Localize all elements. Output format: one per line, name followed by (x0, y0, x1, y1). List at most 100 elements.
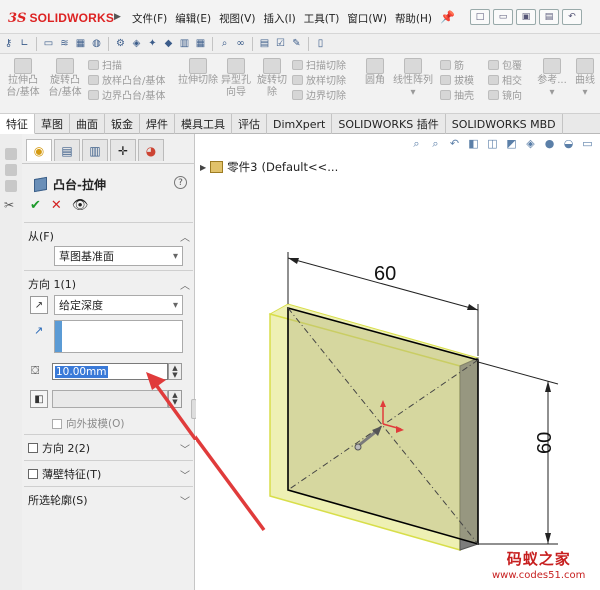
sweep-cut-button[interactable]: 扫描切除 (292, 57, 346, 72)
extrude-boss-button[interactable]: 拉伸凸台/基体 (2, 56, 44, 99)
tools-icon[interactable]: ✂ (4, 198, 14, 212)
loft-boss-button[interactable]: 放样凸台/基体 (88, 72, 165, 87)
draft-outward-checkbox[interactable]: 向外拔模(O) (52, 416, 124, 431)
tab-mbd[interactable]: SOLIDWORKS MBD (446, 114, 563, 134)
rib-button[interactable]: 筋 (440, 57, 474, 72)
hole-wizard-button[interactable]: 异型孔向导 (218, 56, 254, 99)
feature-manager-tab-icon[interactable]: ▤ (54, 139, 80, 161)
new-document-icon[interactable]: □ (470, 9, 490, 25)
spreadsheet-icon[interactable]: ▤ (258, 37, 271, 50)
menu-tools[interactable]: 工具(T) (300, 9, 344, 28)
logo-menu-arrow-icon[interactable]: ▶ (114, 12, 121, 22)
dimension-top-text[interactable]: 60 (374, 263, 396, 285)
annotations-icon[interactable] (5, 180, 17, 192)
lamp-icon[interactable]: ✦ (146, 37, 159, 50)
draft-on-off-icon[interactable]: ◧ (30, 390, 48, 408)
menu-help[interactable]: 帮助(H) (391, 9, 436, 28)
tab-surfaces[interactable]: 曲面 (70, 114, 105, 134)
from-select[interactable]: 草图基准面 ▾ (54, 246, 183, 266)
leaf-icon[interactable]: ◆ (162, 37, 175, 50)
from-group-header[interactable]: 从(F) ︿ (28, 228, 190, 244)
print-icon[interactable]: ▤ (539, 9, 559, 25)
draft-button[interactable]: 拔模 (440, 72, 474, 87)
check-sheet-icon[interactable]: ☑ (274, 37, 287, 50)
direction-reference-box[interactable] (54, 320, 183, 353)
open-document-icon[interactable]: ▭ (493, 9, 513, 25)
loft-cut-button[interactable]: 放样切除 (292, 72, 346, 87)
curves-button[interactable]: 曲线 ▾ (570, 56, 600, 99)
pin-menu-icon[interactable]: 📌 (440, 10, 455, 24)
binoculars-icon[interactable]: ∞ (234, 37, 247, 50)
thin-feature-checkbox[interactable]: 薄壁特征(T) (28, 466, 101, 482)
fillet-button[interactable]: 圆角 (360, 56, 390, 87)
bars-icon[interactable]: ▥ (178, 37, 191, 50)
gear-icon[interactable]: ⚙ (114, 37, 127, 50)
direction1-group-header[interactable]: 方向 1(1) ︿ (28, 276, 190, 292)
draft-outward-label: 向外拔模(O) (66, 418, 125, 430)
tab-sketch[interactable]: 草图 (35, 114, 70, 134)
linear-pattern-dropdown-icon[interactable]: ▾ (390, 87, 436, 99)
reverse-direction-icon[interactable]: ↗ (30, 296, 48, 314)
shell-button[interactable]: 抽壳 (440, 87, 474, 102)
menu-window[interactable]: 窗口(W) (343, 9, 391, 28)
menu-file[interactable]: 文件(F) (128, 9, 171, 28)
tab-sheet-metal[interactable]: 钣金 (105, 114, 140, 134)
dimension-side-text[interactable]: 60 (534, 432, 556, 454)
solidworks-logo[interactable]: 3S SOLIDWORKS (8, 8, 114, 28)
monitor-icon[interactable]: ▭ (42, 37, 55, 50)
edit-sheet-icon[interactable]: ✎ (290, 37, 303, 50)
key-icon[interactable]: ⚷ (2, 37, 15, 50)
grid-icon[interactable]: ▦ (194, 37, 207, 50)
tab-dimxpert[interactable]: DimXpert (267, 114, 333, 134)
tab-features[interactable]: 特征 (0, 114, 35, 134)
reference-geometry-button[interactable]: 参考... ▾ (536, 56, 568, 99)
dimxpert-manager-tab-icon[interactable]: ✛ (110, 139, 136, 161)
revolve-boss-button[interactable]: 旋转凸台/基体 (44, 56, 86, 99)
direction2-checkbox[interactable]: 方向 2(2) (28, 440, 90, 456)
property-manager-tab-icon[interactable]: ◉ (26, 139, 52, 161)
boundary-cut-button[interactable]: 边界切除 (292, 87, 346, 102)
undo-icon[interactable]: ↶ (562, 9, 582, 25)
tab-evaluate[interactable]: 评估 (232, 114, 267, 134)
document-icon[interactable]: ▯ (314, 37, 327, 50)
ok-button[interactable]: ✔ (30, 198, 41, 213)
direction2-group-header[interactable]: 方向 2(2) ﹀ (28, 440, 190, 456)
graphics-area[interactable]: ⌕ ⌕ ↶ ◧ ◫ ◩ ◈ ● ◒ ▭ ▶ 零件3 (Default<<... … (196, 134, 600, 590)
linear-pattern-button[interactable]: 线性阵列 ▾ (390, 56, 436, 99)
intersect-button[interactable]: 相交 (488, 72, 522, 87)
extrude-handle-knob[interactable] (354, 443, 362, 451)
sweep-button[interactable]: 扫描 (88, 57, 165, 72)
save-icon[interactable]: ▣ (516, 9, 536, 25)
box-icon[interactable]: ◈ (130, 37, 143, 50)
annotation-arrow-line (196, 435, 266, 532)
curves-dropdown-icon[interactable]: ▾ (570, 87, 600, 99)
tab-weldments[interactable]: 焊件 (140, 114, 175, 134)
sketch-corner-icon[interactable]: ∟ (18, 37, 31, 50)
sensors-icon[interactable] (5, 164, 17, 176)
selected-contours-group-header[interactable]: 所选轮廓(S) ﹀ (28, 492, 190, 508)
menu-view[interactable]: 视图(V) (215, 9, 259, 28)
globe-icon[interactable]: ◍ (90, 37, 103, 50)
reference-dropdown-icon[interactable]: ▾ (536, 87, 568, 99)
cancel-button[interactable]: ✕ (51, 198, 62, 213)
wrap-button[interactable]: 包覆 (488, 57, 522, 72)
thin-feature-group-header[interactable]: 薄壁特征(T) ﹀ (28, 466, 190, 482)
tab-mold-tools[interactable]: 模具工具 (175, 114, 232, 134)
tab-add-ins[interactable]: SOLIDWORKS 插件 (332, 114, 446, 134)
boundary-boss-button[interactable]: 边界凸台/基体 (88, 87, 165, 102)
feature-manager-icon[interactable] (5, 148, 17, 160)
extrude-cut-button[interactable]: 拉伸切除 (178, 56, 218, 87)
image-icon[interactable]: ▦ (74, 37, 87, 50)
configuration-manager-tab-icon[interactable]: ▥ (82, 139, 108, 161)
mirror-button[interactable]: 镜向 (488, 87, 522, 102)
revolve-cut-button[interactable]: 旋转切除 (254, 56, 290, 99)
layers-icon[interactable]: ≋ (58, 37, 71, 50)
help-icon[interactable]: ? (174, 176, 187, 189)
search-icon[interactable]: ⌕ (218, 37, 231, 50)
end-condition-select[interactable]: 给定深度 ▾ (54, 295, 183, 315)
menu-insert[interactable]: 插入(I) (259, 9, 299, 28)
display-manager-tab-icon[interactable]: ◕ (138, 139, 164, 161)
menu-edit[interactable]: 编辑(E) (171, 9, 215, 28)
extrude-boss-icon (14, 58, 32, 74)
preview-eye-icon[interactable]: 👁 (72, 198, 89, 213)
